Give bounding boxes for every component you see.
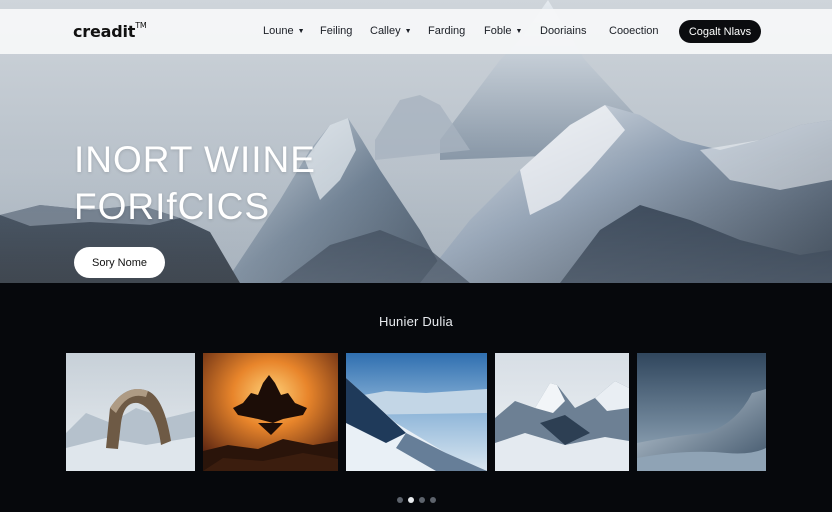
hero-title-line-2: FORIfCICS (74, 186, 271, 227)
nav-item-dooriains[interactable]: Dooriains (540, 25, 586, 37)
chevron-down-icon: ▼ (404, 28, 412, 35)
nav-item-feiling[interactable]: Feiling (320, 25, 352, 37)
trademark-mark: TM (135, 21, 147, 30)
nav-item-loune[interactable]: Loune ▼ (263, 25, 305, 37)
pagination-dot-3[interactable] (419, 497, 425, 503)
snowy-slope-image (346, 353, 487, 471)
nav-item-label: Cooection (609, 25, 659, 37)
chevron-down-icon: ▼ (297, 28, 305, 35)
dark-dunes-image (637, 353, 766, 471)
gallery-thumbnail-dark-dunes[interactable] (637, 353, 766, 471)
pagination-dot-4[interactable] (430, 497, 436, 503)
hero-title: INORT WIINE FORIfCICS (74, 136, 316, 230)
nav-item-label: Calley (370, 25, 401, 37)
pagination-dot-1[interactable] (397, 497, 403, 503)
brand-name: creadit (73, 22, 136, 41)
nav-item-label: Foble (484, 25, 512, 37)
rock-arch-image (66, 353, 195, 471)
nav-item-label: Feiling (320, 25, 353, 37)
nav-item-label: Farding (428, 25, 466, 37)
gallery-thumbnail-rock-arch[interactable] (66, 353, 195, 471)
hero-title-line-1: INORT WIINE (74, 139, 316, 180)
snowy-peak-image (495, 353, 629, 471)
nav-item-label: Loune (263, 25, 294, 37)
nav-item-label: Dooriains (540, 25, 587, 37)
gallery-thumbnail-floating-temple[interactable] (203, 353, 338, 471)
gallery-thumbnail-snowy-slope[interactable] (346, 353, 487, 471)
brand-logo[interactable]: creaditTM (73, 21, 147, 41)
carousel-pagination (397, 497, 436, 503)
pagination-dot-2[interactable] (408, 497, 414, 503)
gallery-section: Hunier Dulia (0, 283, 832, 512)
nav-item-farding[interactable]: Farding (428, 25, 465, 37)
gallery-title: Hunier Dulia (379, 314, 453, 329)
nav-item-cooection[interactable]: Cooection (609, 25, 659, 37)
nav-item-foble[interactable]: Foble ▼ (484, 25, 522, 37)
gallery-thumbnail-snowy-peak[interactable] (495, 353, 629, 471)
nav-item-calley[interactable]: Calley ▼ (370, 25, 412, 37)
chevron-down-icon: ▼ (515, 28, 523, 35)
hero-action-button[interactable]: Sory Nome (74, 247, 165, 278)
floating-temple-image (203, 353, 338, 471)
top-navigation-bar: creaditTM Loune ▼ Feiling Calley ▼ Farding… (0, 9, 832, 54)
nav-cta-button[interactable]: Cogalt Nlavs (679, 20, 761, 43)
hero-banner: creaditTM Loune ▼ Feiling Calley ▼ Farding… (0, 0, 832, 283)
